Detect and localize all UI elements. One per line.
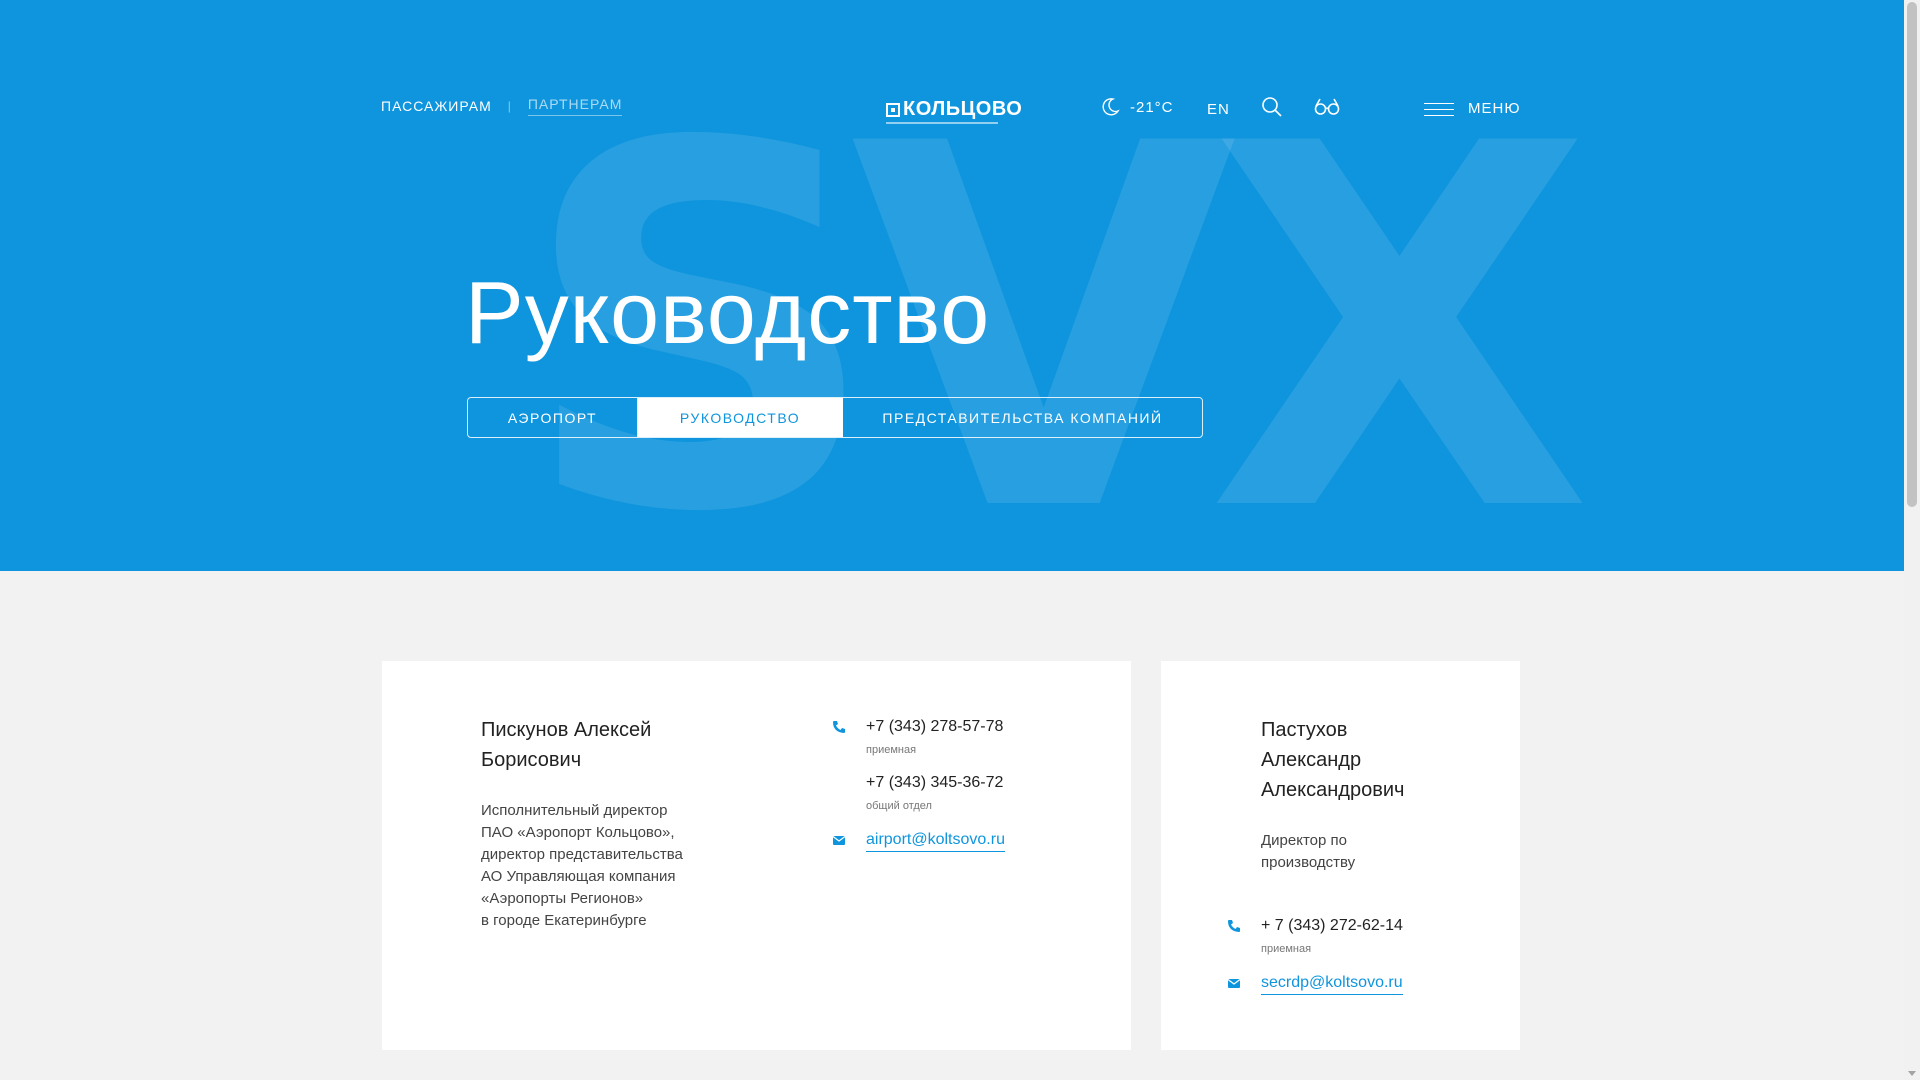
phone-note: приемная [1261,943,1312,955]
tab-airport[interactable]: АЭРОПОРТ [468,398,638,437]
mail-icon [1227,979,1241,988]
logo-text: КОЛЬЦОВО [903,98,1023,120]
email-contact: airport@koltsovo.ru [832,829,1005,852]
tab-company-offices[interactable]: ПРЕДСТАВИТЕЛЬСТВА КОМПАНИЙ [843,398,1202,437]
person-card: Пискунов Алексей Борисович Исполнительны… [382,661,1131,1050]
nav-partners-link[interactable]: ПАРТНЕРАМ [527,96,623,116]
logo-mark-icon [886,102,900,117]
nav-passengers-link[interactable]: ПАССАЖИРАМ [381,98,492,114]
phone-note: общий отдел [866,800,932,812]
phone-number[interactable]: +7 (343) 345-36-72 [866,772,1003,794]
email-link[interactable]: airport@koltsovo.ru [866,829,1005,852]
phone-note: приемная [866,744,917,756]
person-card: Пастухов Александр Александрович Директо… [1161,661,1520,1050]
accessibility-button[interactable] [1312,96,1342,120]
hamburger-icon [1424,102,1454,116]
mail-icon [832,836,846,845]
weather-temperature: -21°С [1130,98,1174,116]
koltsovo-logo[interactable]: КОЛЬЦОВО [886,98,1022,124]
search-icon [1262,97,1282,117]
search-button[interactable] [1260,96,1284,120]
person-role: Исполнительный директор ПАО «Аэропорт Ко… [481,802,683,929]
glasses-icon [1314,98,1340,115]
logo-wordmark: КОЛЬЦОВО [886,98,1022,121]
phone-icon [833,721,845,733]
nav-separator: | [507,99,512,113]
phone-contact: + 7 (343) 272-62-14 приемная [1228,915,1403,957]
person-name: Пискунов Алексей Борисович [481,719,652,771]
menu-label: МЕНЮ [1468,100,1521,117]
language-switch[interactable]: EN [1207,101,1230,118]
audience-nav: ПАССАЖИРАМ | ПАРТНЕРАМ [381,96,623,116]
phone-number[interactable]: + 7 (343) 272-62-14 [1261,915,1403,937]
weather-widget[interactable]: -21°С [1100,97,1174,117]
menu-button[interactable]: МЕНЮ [1424,100,1521,117]
hero-banner: SVX ПАССАЖИРАМ | ПАРТНЕРАМ КОЛЬЦОВО -21°… [0,0,1904,571]
person-role: Директор по производству [1261,832,1356,871]
scrollbar-thumb[interactable] [1907,2,1917,507]
page-scrollbar[interactable] [1904,0,1920,1080]
email-link[interactable]: secrdp@koltsovo.ru [1261,972,1403,995]
phone-contact: +7 (343) 345-36-72 общий отдел [866,772,1003,814]
logo-tagline-line [886,122,998,124]
phone-icon [1228,920,1240,932]
person-name: Пастухов Александр Александрович [1261,719,1405,801]
moon-icon [1102,98,1120,116]
phone-number[interactable]: +7 (343) 278-57-78 [866,716,1003,738]
section-tabs: АЭРОПОРТ РУКОВОДСТВО ПРЕДСТАВИТЕЛЬСТВА К… [467,397,1203,438]
phone-contact: +7 (343) 278-57-78 приемная [833,716,1003,758]
scroll-down-arrow-icon[interactable] [1908,1071,1916,1076]
email-contact: secrdp@koltsovo.ru [1227,972,1403,995]
tab-management[interactable]: РУКОВОДСТВО [638,398,843,437]
page-title: Руководство [465,263,991,362]
